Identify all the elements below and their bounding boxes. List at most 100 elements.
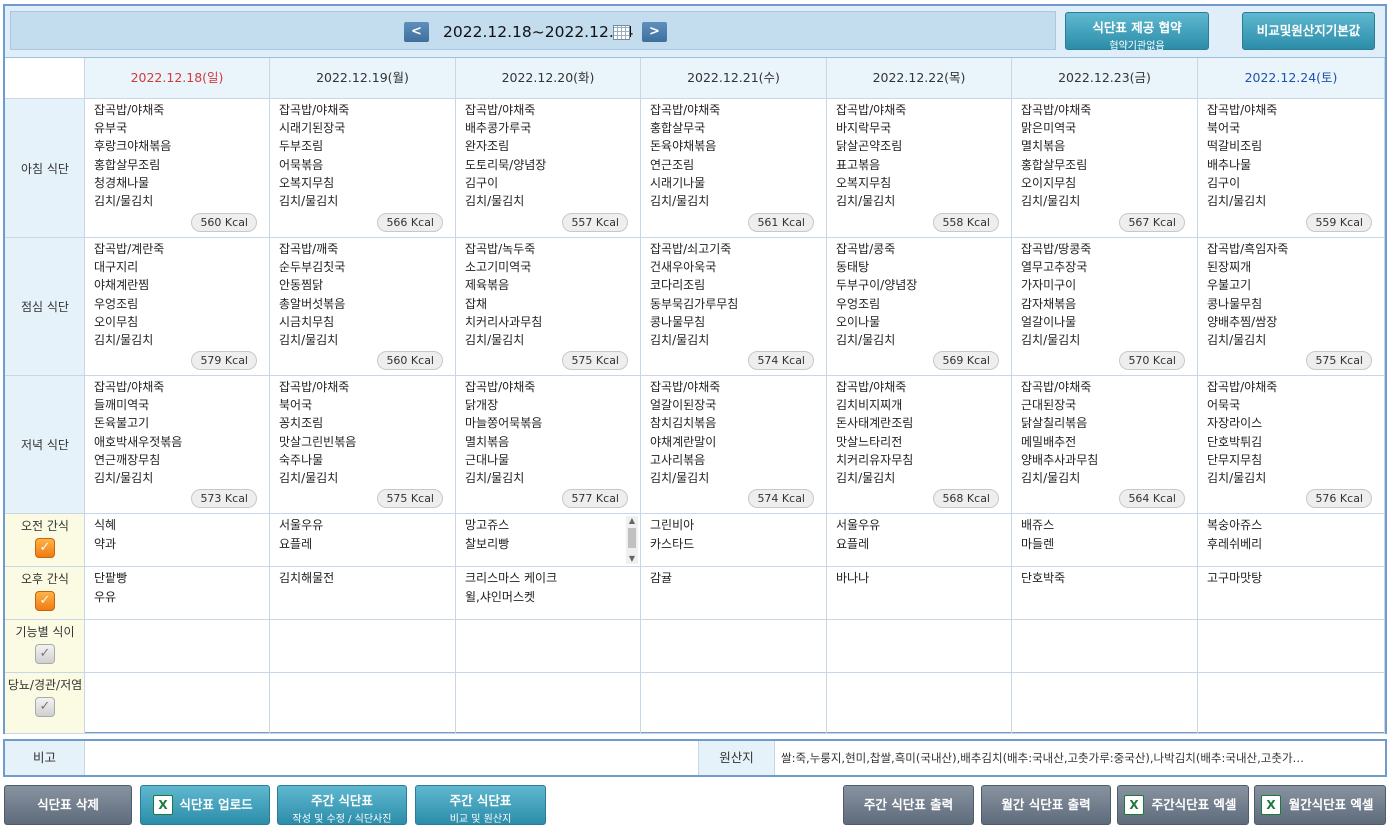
menu-item: 숙주나물 xyxy=(279,452,324,467)
menu-item: 두부구이/양념장 xyxy=(836,278,918,293)
meal-cell[interactable]: 잡곡밥/야채죽 북어국 꽁치조림 맛살그린빈볶음 숙주나물 김치/물김치 575 Kcal xyxy=(270,376,456,513)
meal-cell[interactable]: 잡곡밥/야채죽 들깨미역국 돈육불고기 애호박새우젓볶음 연근깨장무침 김치/물김치 573… xyxy=(85,376,270,513)
menu-item: 홍합살무국 xyxy=(650,121,706,136)
upload-menu-button[interactable]: X 식단표 업로드 xyxy=(140,785,270,825)
scroll-up-icon[interactable]: ▲ xyxy=(626,516,638,526)
meal-cell[interactable]: 잡곡밥/야채죽 근대된장국 닭살칠리볶음 메밀배추전 양배추사과무침 김치/물김치 564 … xyxy=(1012,376,1198,513)
meal-cell[interactable]: 잡곡밥/야채죽 김치비지찌개 돈사태계란조림 맛살느타리전 치커리유자무침 김치/물김치 5… xyxy=(827,376,1012,513)
menu-item: 김치/물김치 xyxy=(465,333,525,348)
weekly-excel-label: 주간식단표 엑셀 xyxy=(1151,797,1237,812)
snack-item: 배쥬스 xyxy=(1021,518,1055,532)
monthly-print-button[interactable]: 월간 식단표 출력 xyxy=(981,785,1111,825)
snack-cell[interactable]: 망고쥬스 찰보리빵 ▲ ▼ xyxy=(456,514,641,566)
snack-cell[interactable] xyxy=(1198,673,1385,733)
menu-agreement-button[interactable]: 식단표 제공 협약 협약기관없음 xyxy=(1065,12,1209,52)
snack-item-list: 김치해물전 xyxy=(279,569,334,588)
menu-item: 들깨미역국 xyxy=(94,398,150,413)
snack-checkbox[interactable]: ✓ xyxy=(35,538,55,558)
meal-cell[interactable]: 잡곡밥/깨죽 순두부김칫국 안동찜닭 총알버섯볶음 시금치무침 김치/물김치 560 Kca… xyxy=(270,238,456,375)
snack-cell[interactable] xyxy=(1012,620,1198,672)
snack-cell[interactable] xyxy=(641,620,827,672)
snack-cell[interactable] xyxy=(1198,620,1385,672)
menu-item: 김치/물김치 xyxy=(1207,194,1267,209)
meal-cell[interactable]: 잡곡밥/야채죽 유부국 후랑크야채볶음 홍합살무조림 청경채나물 김치/물김치 560 Kc… xyxy=(85,99,270,237)
snack-cell[interactable]: 김치해물전 xyxy=(270,567,456,619)
weekly-compare-button[interactable]: 주간 식단표 비교 및 원산지 xyxy=(415,785,546,825)
meal-cell[interactable]: 잡곡밥/야채죽 얼갈이된장국 참치김치볶음 야채계란말이 고사리볶음 김치/물김치 574 … xyxy=(641,376,827,513)
weekly-excel-button[interactable]: X 주간식단표 엑셀 xyxy=(1117,785,1249,825)
snack-cell[interactable] xyxy=(85,673,270,733)
menu-item: 우엉조림 xyxy=(836,296,881,311)
snack-cell[interactable]: 크리스마스 케이크 윌,샤인머스켓 xyxy=(456,567,641,619)
calendar-icon[interactable] xyxy=(613,25,630,40)
snack-cell[interactable]: 감귤 xyxy=(641,567,827,619)
kcal-badge: 567 Kcal xyxy=(1119,213,1185,232)
meal-cell[interactable]: 잡곡밥/콩죽 동태탕 두부구이/양념장 우엉조림 오이나물 김치/물김치 569 Kcal xyxy=(827,238,1012,375)
scroll-thumb[interactable] xyxy=(628,528,636,548)
origin-label: 원산지 xyxy=(698,741,775,775)
meal-cell[interactable]: 잡곡밥/야채죽 닭개장 마늘쫑어묵볶음 멸치볶음 근대나물 김치/물김치 577 Kcal xyxy=(456,376,641,513)
remarks-field[interactable] xyxy=(86,741,698,775)
meal-cell[interactable]: 잡곡밥/야채죽 바지락무국 닭살곤약조림 표고볶음 오복지무침 김치/물김치 558 Kca… xyxy=(827,99,1012,237)
snack-cell[interactable]: 배쥬스 마들렌 xyxy=(1012,514,1198,566)
snack-checkbox[interactable]: ✓ xyxy=(35,644,55,664)
snack-item: 망고쥬스 xyxy=(465,518,510,532)
delete-menu-button[interactable]: 식단표 삭제 xyxy=(4,785,132,825)
monthly-excel-button[interactable]: X 월간식단표 엑셀 xyxy=(1254,785,1386,825)
meal-cell[interactable]: 잡곡밥/야채죽 홍합살무국 돈육야채볶음 연근조림 시래기나물 김치/물김치 561 Kca… xyxy=(641,99,827,237)
menu-item-list: 잡곡밥/야채죽 근대된장국 닭살칠리볶음 메밀배추전 양배추사과무침 김치/물김치 xyxy=(1021,378,1098,487)
next-week-button[interactable]: > xyxy=(642,22,667,42)
snack-cell[interactable]: 그린비아카스타드 xyxy=(641,514,827,566)
meal-cell[interactable]: 잡곡밥/야채죽 어묵국 자장라이스 단호박튀김 단무지무침 김치/물김치 576 Kcal xyxy=(1198,376,1385,513)
snack-cell[interactable]: 바나나 xyxy=(827,567,1012,619)
snack-item: 그린비아 xyxy=(650,518,695,532)
snack-item-list: 단호박죽 xyxy=(1021,569,1065,588)
cell-scrollbar[interactable]: ▲ ▼ xyxy=(626,516,638,564)
snack-cell[interactable] xyxy=(641,673,827,733)
snack-cell[interactable]: 단팥빵 우유 xyxy=(85,567,270,619)
kcal-badge: 575 Kcal xyxy=(1306,351,1372,370)
snack-checkbox[interactable]: ✓ xyxy=(35,697,55,717)
menu-item: 근대된장국 xyxy=(1021,398,1077,413)
snack-cell[interactable] xyxy=(270,673,456,733)
menu-item: 잡곡밥/야채죽 xyxy=(650,380,721,394)
snack-cell[interactable]: 고구마맛탕 xyxy=(1198,567,1385,619)
day-header-1: 2022.12.19(월) xyxy=(270,58,456,98)
menu-item: 잡채 xyxy=(465,296,488,311)
menu-item: 닭살곤약조림 xyxy=(836,139,903,154)
meal-cell[interactable]: 잡곡밥/계란죽 대구지리 야채계란찜 우엉조림 오이무침 김치/물김치 579 Kcal xyxy=(85,238,270,375)
meal-cell[interactable]: 잡곡밥/야채죽 배추콩가루국 완자조림 도토리묵/양념장 김구이 김치/물김치 557 Kc… xyxy=(456,99,641,237)
snack-cell[interactable] xyxy=(1012,673,1198,733)
meal-cell[interactable]: 잡곡밥/쇠고기죽 건새우아욱국 코다리조림 동부묵김가루무침 콩나물무침 김치/물김치 57… xyxy=(641,238,827,375)
snack-cell[interactable] xyxy=(456,673,641,733)
snack-cell[interactable] xyxy=(85,620,270,672)
snack-item: 카스타드 xyxy=(650,537,695,551)
menu-item: 돈육야채볶음 xyxy=(650,139,717,154)
compare-origin-default-button[interactable]: 비교및원산지기본값 xyxy=(1242,12,1375,50)
snack-cell[interactable] xyxy=(456,620,641,672)
meal-cell[interactable]: 잡곡밥/흑임자죽 된장찌개 우불고기 콩나물무침 양배추찜/쌈장 김치/물김치 575 Kc… xyxy=(1198,238,1385,375)
meal-cell[interactable]: 잡곡밥/야채죽 시래기된장국 두부조림 어묵볶음 오복지무침 김치/물김치 566 Kcal xyxy=(270,99,456,237)
snack-cell[interactable] xyxy=(270,620,456,672)
snack-cell[interactable]: 서울우유 요플레 xyxy=(827,514,1012,566)
snack-checkbox[interactable]: ✓ xyxy=(35,591,55,611)
meal-cell[interactable]: 잡곡밥/녹두죽 소고기미역국 제육볶음 잡채 치커리사과무침 김치/물김치 575 Kcal xyxy=(456,238,641,375)
prev-week-button[interactable]: < xyxy=(404,22,429,42)
snack-cell[interactable]: 단호박죽 xyxy=(1012,567,1198,619)
snack-cell[interactable]: 서울우유 요플레 xyxy=(270,514,456,566)
menu-item: 멸치볶음 xyxy=(465,434,510,449)
snack-item: 우유 xyxy=(94,590,117,604)
meal-cell[interactable]: 잡곡밥/땅콩죽 열무고추장국 가자미구이 감자채볶음 얼갈이나물 김치/물김치 570 Kc… xyxy=(1012,238,1198,375)
meal-cell[interactable]: 잡곡밥/야채죽 맑은미역국 멸치볶음 홍합살무조림 오이지무침 김치/물김치 567 Kca… xyxy=(1012,99,1198,237)
snack-cell[interactable] xyxy=(827,620,1012,672)
snack-cell[interactable]: 식혜 약과 xyxy=(85,514,270,566)
menu-item-list: 잡곡밥/야채죽 시래기된장국 두부조림 어묵볶음 오복지무침 김치/물김치 xyxy=(279,101,349,210)
snack-cell[interactable]: 복숭아쥬스 후레쉬베리 xyxy=(1198,514,1385,566)
weekly-edit-button[interactable]: 주간 식단표 작성 및 수정 / 식단사진 xyxy=(277,785,407,825)
weekly-print-button[interactable]: 주간 식단표 출력 xyxy=(843,785,974,825)
snack-cell[interactable] xyxy=(827,673,1012,733)
kcal-badge: 575 Kcal xyxy=(562,351,628,370)
menu-item: 김치/물김치 xyxy=(94,471,154,486)
scroll-down-icon[interactable]: ▼ xyxy=(626,554,638,564)
meal-cell[interactable]: 잡곡밥/야채죽 북어국 떡갈비조림 배추나물 김구이 김치/물김치 559 Kcal xyxy=(1198,99,1385,237)
